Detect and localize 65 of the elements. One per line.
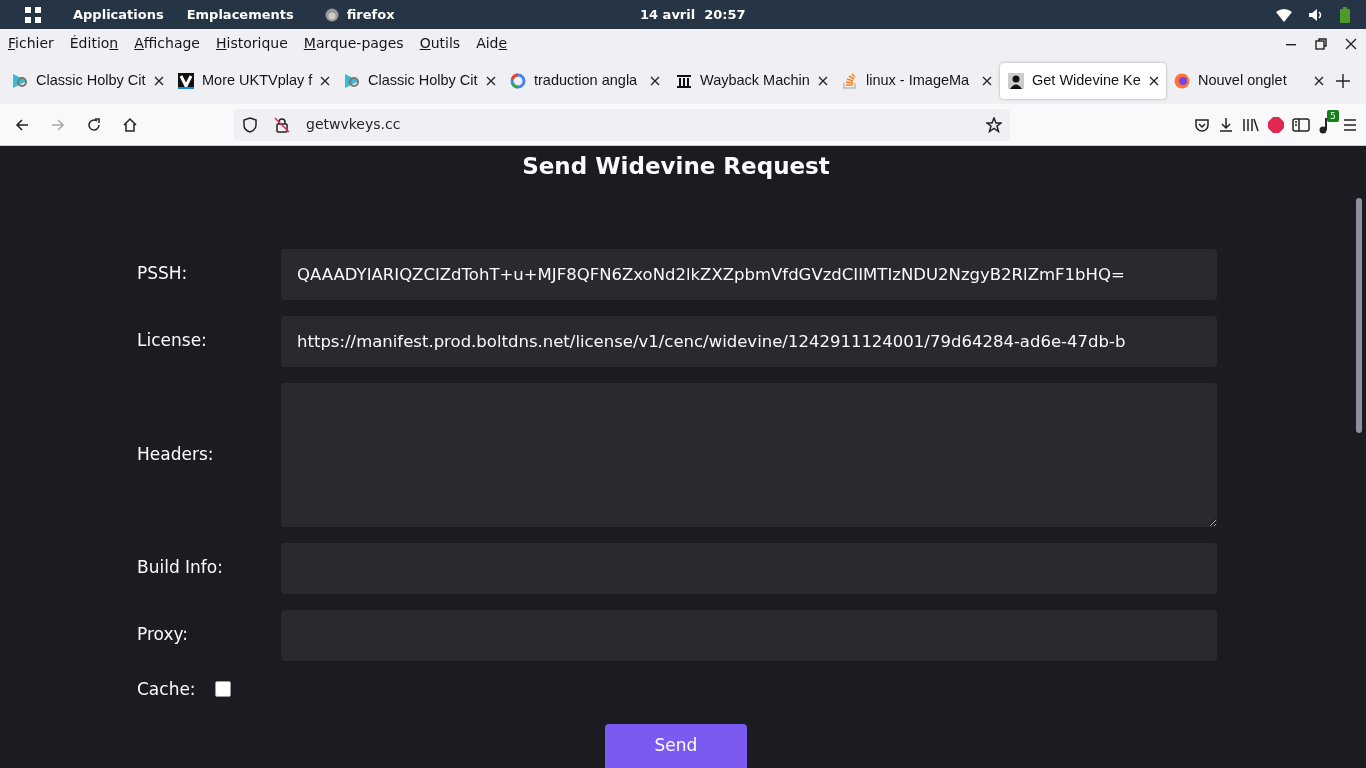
browser-tab[interactable]: linux - ImageMa: [834, 63, 1000, 99]
broken-lock-icon: [274, 116, 290, 133]
close-icon[interactable]: [1314, 76, 1324, 86]
plus-icon[interactable]: [1336, 74, 1350, 88]
wifi-icon: [1276, 7, 1292, 22]
v-logo-icon: [178, 73, 194, 89]
url-text: getwvkeys.cc: [306, 115, 402, 134]
page-title: Send Widevine Request: [521, 152, 831, 181]
browser-tab[interactable]: Get Widevine Ke: [1000, 63, 1166, 99]
play-icon: [12, 73, 28, 89]
apps-grid-icon[interactable]: [25, 6, 41, 23]
top-menu[interactable]: Emplacements: [186, 4, 294, 25]
close-icon[interactable]: [1344, 36, 1358, 51]
star-icon[interactable]: [986, 116, 1002, 133]
restore-icon[interactable]: [1314, 36, 1328, 51]
download-icon[interactable]: [1218, 116, 1234, 133]
field-label: Cache:: [137, 677, 197, 701]
close-icon[interactable]: [153, 76, 164, 86]
browser-tab[interactable]: Nouvel onglet: [1166, 63, 1332, 99]
menu-item[interactable]: Affichage: [134, 33, 200, 54]
volume-icon: [1308, 7, 1324, 22]
menu-icon[interactable]: [1342, 116, 1358, 133]
browser-tab[interactable]: Classic Holby Cit: [336, 63, 502, 99]
close-icon[interactable]: [320, 76, 331, 86]
close-icon[interactable]: [1148, 76, 1159, 86]
close-icon[interactable]: [817, 76, 828, 86]
menu-item[interactable]: Fichier: [8, 33, 54, 54]
pocket-icon[interactable]: [1194, 116, 1210, 133]
menu-item[interactable]: Marque-pages: [303, 33, 404, 54]
text-field[interactable]: QAAADYIARIQZCIZdTohT+u+MJF8QFN6ZxoNd2lkZXZpbmVfdGVzdCIIMTIzNDU2NzgyB2RlZmF1bHQ=: [281, 248, 1217, 300]
top-menu[interactable]: Applications: [73, 4, 164, 25]
play-icon: [344, 73, 360, 89]
clock: 14 avril 20:57: [640, 5, 746, 24]
notification-badge: 5: [1327, 109, 1339, 122]
browser-tab[interactable]: traduction angla: [502, 63, 668, 99]
app-name[interactable]: firefox: [346, 4, 395, 25]
person-icon: [1008, 73, 1024, 89]
close-icon[interactable]: [982, 76, 992, 86]
scrollbar-thumb[interactable]: [1356, 198, 1362, 433]
checkbox[interactable]: [215, 681, 231, 698]
field-label: Headers:: [137, 442, 215, 466]
field-label: PSSH:: [137, 262, 189, 286]
browser-tab[interactable]: Classic Holby Cit: [4, 63, 170, 99]
battery-icon: [1340, 6, 1350, 23]
stack-icon: [842, 73, 858, 89]
field-label: License:: [137, 329, 208, 353]
menu-item[interactable]: Historique: [216, 33, 288, 54]
close-icon[interactable]: [485, 76, 496, 86]
close-icon[interactable]: [650, 76, 660, 86]
send-button[interactable]: Send: [605, 724, 747, 768]
shield-icon: [242, 116, 258, 133]
browser-tab[interactable]: Wayback Machin: [668, 63, 834, 99]
text-field[interactable]: https://manifest.prod.boltdns.net/license/v1/cenc/widevine/1242911124001/79d64284-ad6e-47db-b: [281, 315, 1217, 367]
menu-item[interactable]: Édition: [69, 33, 119, 54]
stop-sign-icon[interactable]: [1268, 116, 1284, 133]
menu-item[interactable]: Outils: [419, 33, 461, 54]
menu-item[interactable]: Aide: [476, 33, 508, 54]
library-icon[interactable]: [1242, 116, 1260, 133]
browser-tab[interactable]: More UKTVplay f: [170, 63, 336, 99]
field-label: Build Info:: [137, 556, 224, 580]
columns-icon: [676, 73, 692, 89]
field-label: Proxy:: [137, 623, 190, 647]
address-bar[interactable]: getwvkeys.cc: [234, 108, 1010, 141]
sidebar-icon[interactable]: [1292, 116, 1310, 133]
g-logo-icon: [510, 73, 526, 89]
